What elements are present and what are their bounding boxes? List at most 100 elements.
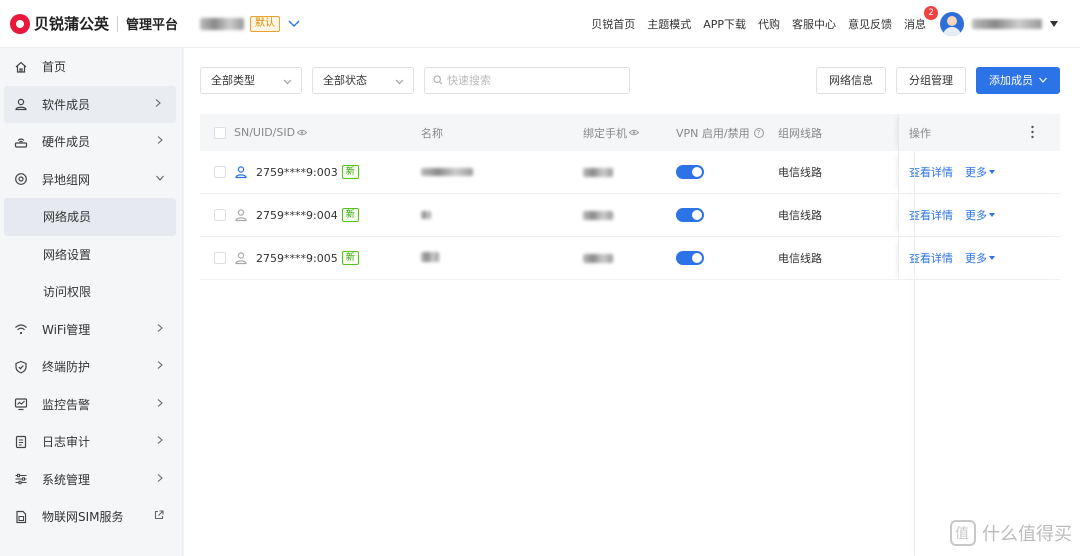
sidebar-item-home[interactable]: 首页 (0, 48, 182, 86)
sidebar: 首页 软件成员 硬件成员 异地组网 网络成员 网络设置 访问权限 WiFi管理 … (0, 48, 183, 556)
search-input[interactable] (447, 73, 617, 87)
nav-link-home[interactable]: 贝锐首页 (591, 16, 635, 32)
sidebar-item-label: 系统管理 (42, 472, 91, 487)
user-name-redacted (972, 18, 1042, 29)
avatar[interactable] (940, 11, 964, 36)
chevron-right-icon (157, 323, 163, 332)
chevron-down-icon (156, 175, 164, 181)
messages-link[interactable]: 消息 2 (904, 5, 938, 32)
help-icon[interactable]: ? (753, 127, 764, 138)
sidebar-item-label: 网络成员 (43, 210, 92, 225)
header-phone: 绑定手机 (583, 126, 627, 140)
caret-down-icon (989, 170, 995, 174)
chevron-right-icon (157, 361, 163, 369)
chevron-right-icon (157, 473, 163, 482)
vpn-toggle[interactable] (676, 208, 704, 222)
user-menu-caret-icon[interactable] (1050, 20, 1058, 27)
table-row[interactable]: 2759****9:003 新 电信线路 查看详情 更多 (200, 151, 1060, 194)
eye-icon[interactable] (629, 129, 639, 136)
row-checkbox[interactable] (214, 209, 226, 221)
view-details-link[interactable]: 查看详情 (909, 164, 953, 180)
sidebar-item-system-admin[interactable]: 系统管理 (0, 461, 182, 499)
messages-count-badge: 2 (924, 5, 938, 20)
table-row[interactable]: 2759****9:004 新 电信线路 查看详情 更多 (200, 194, 1060, 237)
column-settings-icon[interactable] (1031, 125, 1034, 139)
vpn-toggle[interactable] (676, 251, 704, 265)
sidebar-item-wifi[interactable]: WiFi管理 (0, 311, 182, 349)
chevron-right-icon (157, 436, 163, 444)
sidebar-item-iot-sim[interactable]: 物联网SIM服务 (0, 498, 182, 536)
nav-link-support[interactable]: 客服中心 (792, 16, 836, 32)
chevron-down-icon[interactable] (288, 18, 300, 30)
network-info-button[interactable]: 网络信息 (816, 66, 886, 94)
chevron-right-icon (157, 398, 163, 407)
wifi-icon (14, 322, 28, 336)
home-icon (14, 60, 28, 74)
new-tag: 新 (341, 251, 359, 265)
brand-logo-icon (10, 13, 30, 34)
status-filter-select[interactable]: 全部状态 (312, 66, 414, 94)
more-menu[interactable]: 更多 (965, 164, 995, 180)
watermark: 什么值得买 (950, 520, 1072, 546)
nav-link-app-download[interactable]: APP下载 (703, 16, 746, 32)
brand-logo[interactable]: 贝锐蒲公英 管理平台 (0, 13, 200, 34)
sidebar-item-label: 终端防护 (42, 360, 91, 375)
chevron-down-icon (1039, 77, 1047, 83)
row-checkbox[interactable] (214, 166, 226, 178)
eye-icon[interactable] (297, 129, 308, 136)
view-details-link[interactable]: 查看详情 (909, 250, 953, 266)
more-label: 更多 (965, 166, 987, 179)
select-all-checkbox[interactable] (214, 126, 226, 139)
org-switcher[interactable]: 默认 (200, 15, 300, 32)
org-name-redacted (200, 17, 244, 30)
sidebar-item-label: 物联网SIM服务 (42, 510, 124, 525)
sidebar-item-label: 网络设置 (43, 247, 92, 262)
watermark-logo-icon (950, 520, 976, 546)
sliders-icon (14, 472, 28, 486)
group-manage-button[interactable]: 分组管理 (896, 66, 966, 94)
top-bar: 贝锐蒲公英 管理平台 默认 贝锐首页 主题模式 APP下载 代购 客服中心 意见… (0, 0, 1080, 48)
vpn-toggle[interactable] (676, 165, 704, 179)
sidebar-item-hardware-members[interactable]: 硬件成员 (0, 123, 182, 161)
sidebar-item-label: 首页 (42, 60, 67, 75)
caret-down-icon (989, 256, 995, 260)
row-line: 电信线路 (778, 252, 822, 265)
brand-name: 贝锐蒲公英 (34, 15, 110, 33)
sidebar-item-label: WiFi管理 (42, 322, 91, 337)
brand-subtitle: 管理平台 (126, 18, 179, 33)
search-box[interactable] (424, 66, 630, 94)
more-menu[interactable]: 更多 (965, 250, 995, 266)
view-details-link[interactable]: 查看详情 (909, 207, 953, 223)
divider (117, 15, 119, 32)
add-member-button[interactable]: 添加成员 (976, 66, 1060, 94)
sidebar-item-remote-network[interactable]: 异地组网 (0, 161, 182, 199)
new-tag: 新 (341, 208, 359, 222)
table-row[interactable]: 2759****9:005 新 电信线路 查看详情 更多 (200, 237, 1060, 280)
user-offline-icon (235, 252, 247, 265)
sidebar-item-network-members[interactable]: 网络成员 (4, 198, 176, 236)
external-link-icon[interactable] (154, 510, 164, 520)
more-menu[interactable]: 更多 (965, 207, 995, 223)
type-filter-select[interactable]: 全部类型 (200, 66, 302, 94)
row-line: 电信线路 (778, 209, 822, 222)
chevron-down-icon (395, 79, 404, 84)
nav-link-purchase[interactable]: 代购 (758, 16, 780, 32)
sidebar-item-monitoring[interactable]: 监控告警 (0, 386, 182, 424)
sidebar-item-access-permissions[interactable]: 访问权限 (0, 273, 182, 311)
row-sn: 2759****9:003 (256, 165, 338, 179)
more-label: 更多 (965, 252, 987, 265)
nav-link-feedback[interactable]: 意见反馈 (848, 16, 892, 32)
sidebar-item-software-members[interactable]: 软件成员 (4, 85, 176, 123)
sidebar-item-network-settings[interactable]: 网络设置 (0, 236, 182, 274)
user-offline-icon (235, 209, 247, 222)
sidebar-item-audit-log[interactable]: 日志审计 (0, 423, 182, 461)
row-checkbox[interactable] (214, 252, 226, 264)
type-filter-value: 全部类型 (211, 74, 255, 87)
chevron-down-icon (283, 79, 292, 84)
nav-link-theme[interactable]: 主题模式 (647, 16, 691, 32)
header-vpn: VPN 启用/禁用 (676, 126, 750, 140)
sidebar-item-endpoint-protection[interactable]: 终端防护 (0, 348, 182, 386)
default-badge: 默认 (250, 15, 280, 32)
row-sn: 2759****9:004 (256, 208, 338, 222)
sidebar-item-label: 硬件成员 (42, 135, 91, 150)
